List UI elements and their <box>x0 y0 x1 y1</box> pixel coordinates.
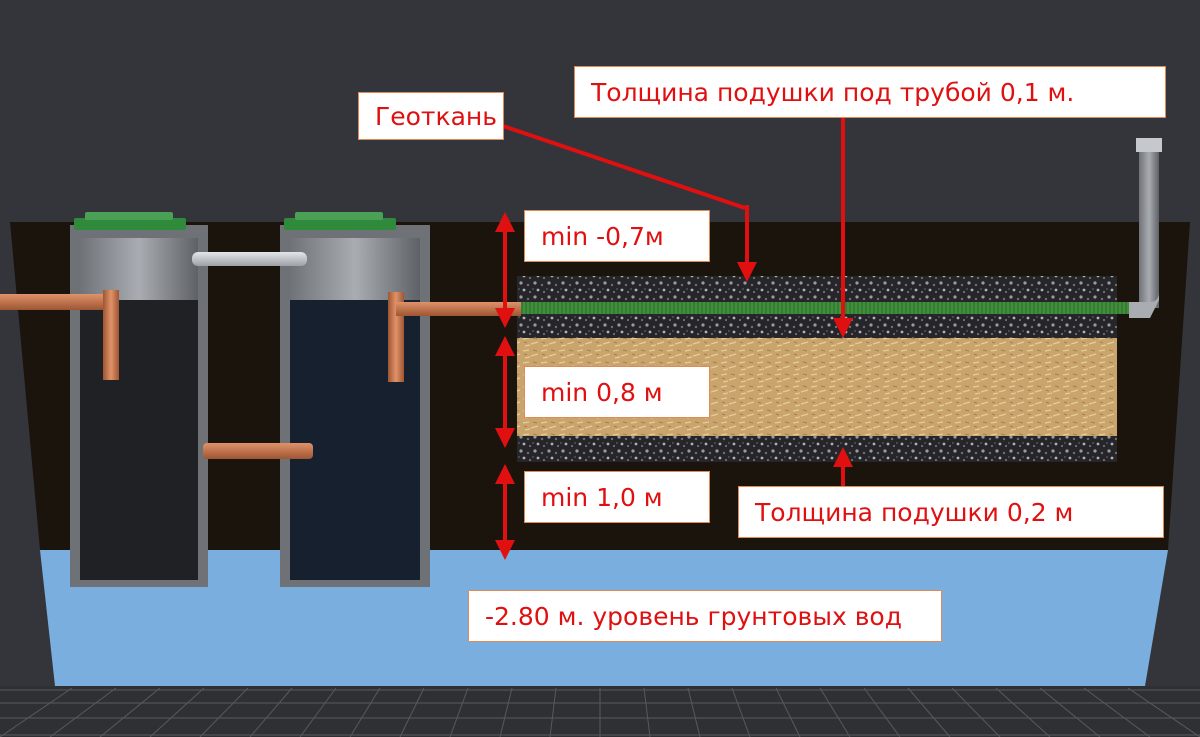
floor-grid <box>0 686 1200 737</box>
geotextile-leader-arrow <box>502 124 746 210</box>
groundwater-level-label: -2.80 м. уровень грунтовых вод <box>468 590 942 642</box>
septic-tank-1 <box>70 212 208 587</box>
geotextile-label: Геоткань <box>358 92 504 140</box>
min-sand-depth-label: min 0,8 м <box>524 366 710 418</box>
septic-tank-2 <box>280 212 430 587</box>
min-clearance-label: min 1,0 м <box>524 471 710 523</box>
drain-pipe <box>517 302 1129 314</box>
gravel-bed-layer <box>517 436 1117 462</box>
bed-thickness-label: Толщина подушки 0,2 м <box>738 486 1164 538</box>
min-cover-depth-label: min -0,7м <box>524 210 710 262</box>
pipe-bed-thickness-label: Толщина подушки под трубой 0,1 м. <box>574 66 1166 118</box>
